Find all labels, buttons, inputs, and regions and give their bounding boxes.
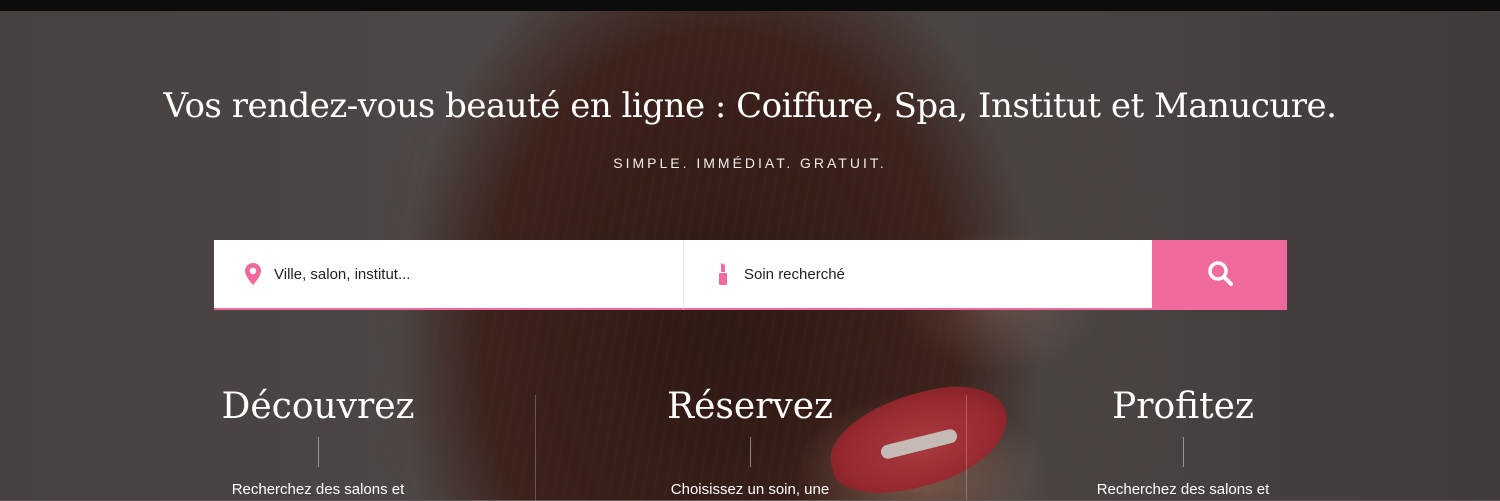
- hero-headline: Vos rendez-vous beauté en ligne : Coiffu…: [163, 86, 1337, 126]
- feature-title: Profitez: [1112, 386, 1254, 427]
- feature-text: Recherchez des salons et: [231, 481, 405, 498]
- map-pin-icon: [242, 263, 264, 285]
- top-bar: [0, 0, 1500, 11]
- feature-title: Découvrez: [221, 386, 415, 427]
- search-icon: [1207, 260, 1233, 291]
- feature-divider: [749, 437, 751, 467]
- feature-title: Réservez: [666, 386, 833, 427]
- feature-divider: [1182, 437, 1184, 467]
- feature-book: Réservez Choisissez un soin, une: [600, 385, 900, 501]
- feature-divider: [317, 437, 319, 467]
- location-field[interactable]: [214, 240, 683, 310]
- feature-text: Choisissez un soin, une: [670, 481, 830, 498]
- feature-discover: Découvrez Recherchez des salons et: [168, 385, 468, 501]
- feature-enjoy: Profitez Recherchez des salons et: [1033, 385, 1333, 501]
- search-button[interactable]: [1152, 240, 1287, 310]
- service-field[interactable]: [683, 240, 1152, 310]
- service-input[interactable]: [742, 253, 1152, 295]
- lipstick-icon: [712, 263, 734, 285]
- hero-tagline: SIMPLE. IMMÉDIAT. GRATUIT.: [613, 155, 887, 171]
- column-divider: [966, 395, 967, 500]
- feature-text: Recherchez des salons et: [1096, 481, 1270, 498]
- search-bar: [214, 240, 1287, 310]
- column-divider: [535, 395, 536, 500]
- location-input[interactable]: [272, 253, 683, 295]
